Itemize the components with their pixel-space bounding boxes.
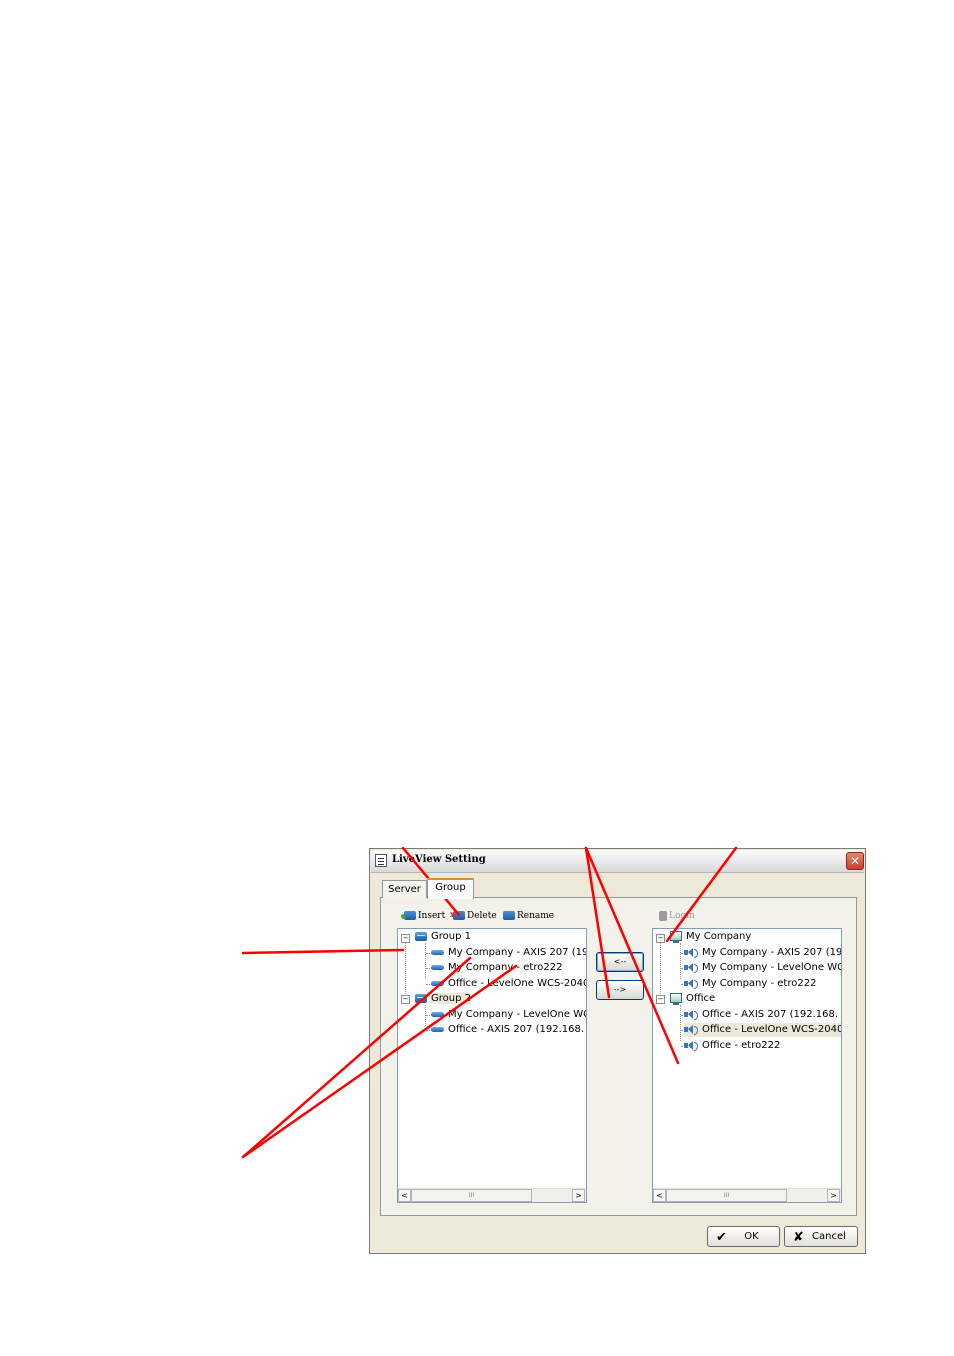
callout-group (241, 948, 405, 955)
callout-item-a (241, 956, 472, 1159)
callout-item-b (241, 964, 518, 1159)
callout-tree (584, 846, 680, 1065)
callout-lines (241, 846, 738, 1159)
callout-server (665, 846, 738, 943)
tab-group[interactable]: Group (427, 878, 474, 899)
callout-remove (584, 846, 611, 999)
